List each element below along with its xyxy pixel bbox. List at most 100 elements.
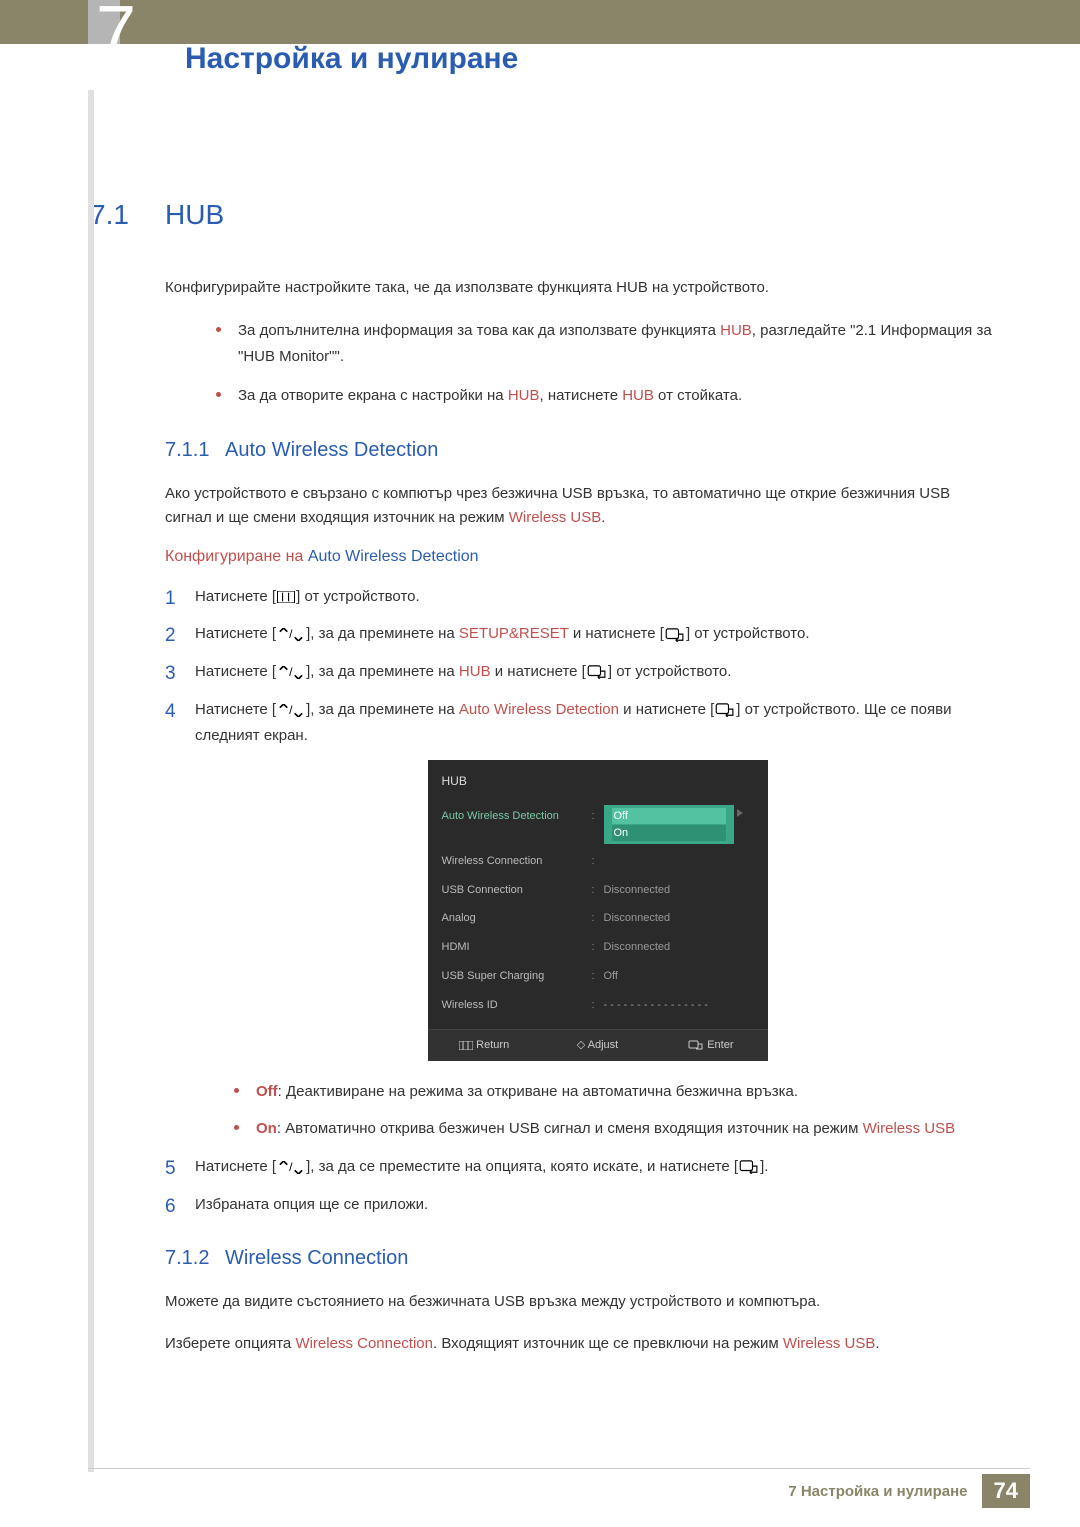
steps-list: Натиснете [ ] от устройството. Натиснете …: [165, 584, 1000, 1218]
updown-icon: [277, 1154, 305, 1180]
wireless-usb-red: Wireless USB: [783, 1335, 876, 1352]
menu-icon: [277, 584, 295, 610]
osd-panel: HUB Auto Wireless Detection : Off On Wir…: [428, 760, 768, 1061]
osd-sep: :: [592, 938, 604, 957]
text: ] от устройството.: [296, 588, 420, 605]
osd-row: Wireless Connection:: [442, 847, 754, 876]
footer-page-number: 74: [982, 1474, 1030, 1508]
osd-row: HDMI:Disconnected: [442, 933, 754, 962]
osd-sep: :: [592, 881, 604, 900]
footer-chapter-label: 7 Настройка и нулиране: [788, 1483, 967, 1500]
osd-value: Off: [604, 967, 754, 986]
osd-footer-label: Return: [476, 1039, 509, 1051]
hub-red: HUB: [508, 387, 540, 404]
chapter-title: Настройка и нулиране: [185, 42, 518, 76]
osd-footer-label: Enter: [707, 1039, 733, 1051]
osd-value: Disconnected: [604, 881, 754, 900]
osd-footer-label: Adjust: [588, 1039, 619, 1051]
section-bullets: За допълнителна информация за това как д…: [210, 318, 1000, 409]
osd-value: Disconnected: [604, 938, 754, 957]
osd-adjust: ◇ Adjust: [541, 1030, 654, 1061]
step-5: Натиснете [], за да се преместите на опц…: [165, 1154, 1000, 1180]
text: от стойката.: [654, 387, 742, 404]
text: Избраната опция ще се приложи.: [195, 1196, 428, 1213]
bullet-item: За да отворите екрана с настройки на HUB…: [210, 383, 1000, 409]
setup-reset-red: SETUP&RESET: [459, 625, 569, 642]
osd-row: USB Connection:Disconnected: [442, 876, 754, 905]
osd-footer: Return ◇ Adjust Enter: [428, 1029, 768, 1061]
text: ] от устройството.: [686, 625, 810, 642]
text-red: Конфигуриране на: [165, 548, 308, 565]
step-4: Натиснете [ ], за да преминете на Auto Wi…: [165, 697, 1000, 1142]
text: Изберете опцията: [165, 1335, 295, 1352]
text: ], за да преминете на: [306, 663, 459, 680]
wireless-usb-red: Wireless USB: [509, 509, 602, 526]
section-title: HUB: [165, 199, 224, 231]
text: Натиснете [: [195, 663, 276, 680]
osd-option-on: On: [612, 825, 726, 841]
hub-red: HUB: [720, 322, 752, 339]
subsection-number: 7.1.1: [165, 439, 225, 462]
subsection-title: Wireless Connection: [225, 1247, 408, 1270]
text: Натиснете [: [195, 701, 276, 718]
text: ], за да преминете на: [306, 701, 459, 718]
p1-712: Можете да видите състоянието на безжична…: [165, 1290, 1000, 1314]
chapter-number: 7: [96, 0, 136, 65]
subsection-intro: Ако устройството е свързано с компютър ч…: [165, 482, 1000, 530]
bullet-on: On: Автоматично открива безжичен USB сиг…: [230, 1116, 970, 1142]
option-bullets: Off: Деактивиране на режима за откриване…: [230, 1079, 970, 1142]
text: Натиснете [: [195, 625, 276, 642]
step-2: Натиснете [ ], за да преминете на SETUP&R…: [165, 621, 1000, 647]
osd-row-auto-wireless: Auto Wireless Detection : Off On: [442, 802, 754, 848]
text: ], за да преминете на: [306, 625, 459, 642]
hub-red: HUB: [622, 387, 654, 404]
p2-712: Изберете опцията Wireless Connection. Вх…: [165, 1332, 1000, 1356]
osd-value: Disconnected: [604, 909, 754, 928]
osd-enter: Enter: [654, 1030, 767, 1061]
osd-sep: :: [592, 967, 604, 986]
chapter-header-bar: [0, 0, 1080, 44]
osd-value: [604, 852, 754, 871]
osd-row: Analog:Disconnected: [442, 904, 754, 933]
osd-dropdown: Off On: [604, 805, 734, 845]
page-footer: 7 Настройка и нулиране 74: [88, 1473, 1030, 1509]
text: и натиснете [: [569, 625, 664, 642]
updown-icon: [277, 697, 305, 723]
subsection-title: Auto Wireless Detection: [225, 439, 438, 462]
enter-icon: [688, 1040, 704, 1051]
osd-sep: :: [592, 852, 604, 871]
hub-red: HUB: [459, 663, 491, 680]
enter-icon: [665, 622, 685, 648]
osd-sep: :: [592, 807, 604, 843]
enter-icon: [587, 659, 607, 685]
osd-value: - - - - - - - - - - - - - - - -: [604, 996, 754, 1015]
text: За да отворите екрана с настройки на: [238, 387, 508, 404]
subsection-heading-712: 7.1.2 Wireless Connection: [165, 1247, 1030, 1270]
text: , натиснете: [539, 387, 622, 404]
subsection-number: 7.1.2: [165, 1247, 225, 1270]
osd-option-off: Off: [612, 808, 726, 824]
osd-label: Wireless ID: [442, 996, 592, 1015]
subsection-heading-711: 7.1.1 Auto Wireless Detection: [165, 439, 1030, 462]
enter-icon: [715, 697, 735, 723]
step-3: Натиснете [ ], за да преминете на HUB и н…: [165, 659, 1000, 685]
text: .: [601, 509, 605, 526]
section-intro: Конфигурирайте настройките така, че да и…: [165, 276, 1000, 300]
left-rule: [88, 90, 94, 1472]
wireless-usb-red: Wireless USB: [863, 1120, 956, 1137]
text: Натиснете [: [195, 1158, 276, 1175]
osd-return: Return: [428, 1030, 541, 1061]
text: За допълнителна информация за това как д…: [238, 322, 720, 339]
text: ].: [760, 1158, 768, 1175]
footer-divider: [88, 1468, 1030, 1469]
text: ] от устройството.: [608, 663, 732, 680]
text: и натиснете [: [491, 663, 586, 680]
osd-label: Wireless Connection: [442, 852, 592, 871]
text: и натиснете [: [619, 701, 714, 718]
osd-label: Auto Wireless Detection: [442, 807, 592, 843]
updown-icon: [277, 659, 305, 685]
text: : Деактивиране на режима за откриване на…: [278, 1083, 798, 1100]
updown-icon: [277, 622, 305, 648]
osd-sep: :: [592, 909, 604, 928]
osd-row: Wireless ID:- - - - - - - - - - - - - - …: [442, 991, 754, 1020]
